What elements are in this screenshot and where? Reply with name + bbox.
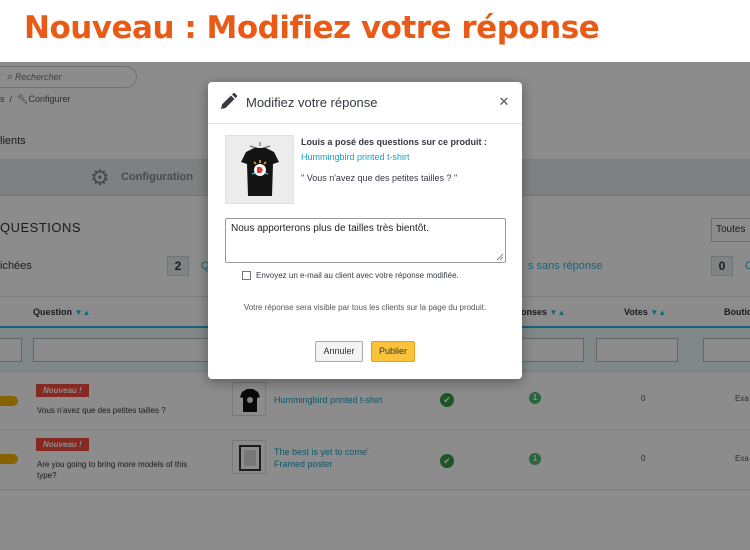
cancel-button[interactable]: Annuler	[315, 341, 363, 362]
announcement-banner: Nouveau : Modifiez votre réponse	[0, 0, 750, 62]
edit-answer-modal: Modifiez votre réponse ✕ Louis a posé de…	[208, 82, 522, 379]
customer-question: " Vous n'avez que des petites tailles ? …	[301, 173, 458, 183]
banner-title: Nouveau : Modifiez votre réponse	[24, 10, 600, 46]
resize-grip-icon[interactable]	[496, 253, 504, 261]
publish-button[interactable]: Publier	[371, 341, 415, 362]
answer-textarea[interactable]: Nous apporterons plus de tailles très bi…	[225, 218, 506, 263]
close-icon[interactable]: ✕	[497, 94, 511, 110]
email-checkbox-label[interactable]: Envoyez un e-mail au client avec votre r…	[256, 271, 459, 280]
modal-title: Modifiez votre réponse	[246, 95, 378, 110]
asker-line: Louis a posé des questions sur ce produi…	[301, 137, 488, 147]
email-checkbox[interactable]	[242, 271, 251, 280]
product-name-link[interactable]: Hummingbird printed t-shirt	[301, 152, 410, 162]
screen: Nouveau : Modifiez votre réponse ⌕ Reche…	[0, 0, 750, 550]
answer-text: Nous apporterons plus de tailles très bi…	[231, 223, 429, 234]
product-image	[225, 135, 294, 204]
visibility-note: Votre réponse sera visible par tous les …	[243, 303, 487, 312]
pencil-icon	[218, 92, 238, 112]
modal-header: Modifiez votre réponse ✕	[208, 82, 522, 124]
